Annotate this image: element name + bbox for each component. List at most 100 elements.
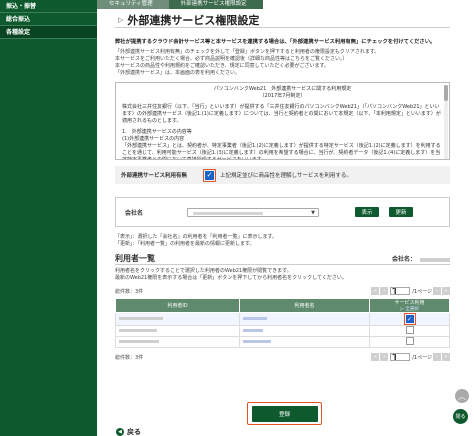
user-name-link[interactable]: [243, 317, 267, 320]
show-button[interactable]: 表示: [355, 207, 379, 217]
total-count: 総件数：3件: [115, 354, 144, 361]
breadcrumb: セキュリティ管理 外部連携サービス権限設定: [97, 0, 474, 9]
sidebar-item-settings[interactable]: 各種設定: [0, 26, 97, 39]
user-list-title: 利用者一覧: [115, 254, 155, 263]
page-input[interactable]: [390, 287, 411, 295]
user-name-link[interactable]: [243, 329, 263, 332]
row-checkbox-highlight: ✓: [403, 313, 416, 325]
table-row: ✓: [115, 312, 450, 326]
select-all-link[interactable]: ▷ 全選択: [370, 306, 449, 312]
user-id-cell: [115, 336, 240, 348]
desc-line: 本サービスをご利用いただく場合、必ず商品説明を確認後（詳細な商品性等はこちらをご…: [115, 56, 348, 62]
description: 「外部連携サービス利用有無」のチェックを外して「登録」ボタンを押下すると利用者の…: [115, 49, 450, 77]
first-page-button[interactable]: «: [371, 353, 380, 361]
close-button[interactable]: 閉る: [453, 409, 468, 424]
next-page-button[interactable]: ›: [433, 353, 441, 361]
corp-value: [420, 257, 450, 262]
desc-line: 「外部連携サービス」は、本画面の表を利用ください。: [115, 70, 241, 76]
update-button[interactable]: 更新: [389, 207, 413, 217]
next-page-button[interactable]: ›: [433, 287, 441, 295]
table-row: [115, 325, 450, 337]
user-id-value: [119, 329, 157, 332]
page-total: /1ページ: [412, 354, 432, 361]
sidebar-item-transfer[interactable]: 振込・振替: [0, 0, 97, 13]
list-desc-line: 利用者名をクリックすることで選択した利用者のWeb21権限が閲覧できます。: [115, 268, 292, 274]
back-link[interactable]: ◀ 戻る: [116, 427, 141, 436]
user-id-value: [119, 317, 163, 320]
button-notes: 「表示」：選択した「会社名」の利用者を「利用者一覧」に表示します。 「更新」：「…: [115, 234, 450, 248]
list-desc-line: 最新のWeb21権限を表示する場合は「更新」ボタンを押下してから利用者名をクリッ…: [115, 275, 347, 281]
note-line: 「更新」：「利用者一覧」の利用者を最新の情報に更新します。: [115, 241, 255, 247]
company-selector: 会社名 ▼ 表示 更新: [115, 197, 450, 227]
page-total: /1ページ: [412, 288, 432, 295]
terms-scrollbar[interactable]: [444, 85, 448, 159]
page-input[interactable]: [390, 353, 411, 361]
column-header-id: 利用者ID: [115, 298, 240, 313]
row-checkbox[interactable]: [405, 337, 414, 345]
user-name-link[interactable]: [243, 340, 271, 343]
desc-line: 本サービスの商品性や利用規約をご確認いただき、規定に同意していただく必要がござい…: [115, 63, 330, 69]
submit-button-highlight: 登録: [247, 402, 322, 425]
last-page-button[interactable]: »: [442, 287, 450, 295]
arrow-left-icon: ◀: [116, 428, 124, 436]
user-id-cell: [115, 325, 240, 337]
page-title-text: 外部連携サービス権限設定: [127, 13, 260, 27]
desc-line: 「外部連携サービス利用有無」のチェックを外して「登録」ボタンを押下すると利用者の…: [115, 49, 380, 55]
prev-page-button[interactable]: ‹: [380, 287, 389, 295]
scroll-thumb[interactable]: [444, 85, 448, 101]
back-label: 戻る: [127, 428, 141, 436]
user-id-value: [119, 340, 159, 343]
last-page-button[interactable]: »: [442, 353, 450, 361]
prev-page-button[interactable]: ‹: [380, 353, 389, 361]
agree-label: 外部連携サービス利用有無: [121, 173, 188, 179]
use-cell: [369, 336, 450, 348]
chevron-up-icon: ︿: [458, 391, 466, 401]
breadcrumb-current: 外部連携サービス権限設定: [168, 0, 263, 9]
column-header-name: 利用者名: [239, 298, 370, 313]
use-cell: ✓: [369, 312, 450, 326]
user-list-header: 利用者一覧 会社名：: [115, 253, 450, 265]
first-page-button[interactable]: «: [371, 287, 380, 295]
scroll-top-button[interactable]: ︿: [455, 389, 469, 403]
user-id-cell: [115, 312, 240, 326]
agree-row: 外部連携サービス利用有無 ✓ 上記規定並びに商品性を理解しサービスを利用する。: [115, 166, 450, 184]
terms-paragraph: 株式会社三井住友銀行（以下、「当行」といいます）が提供する「三井住友銀行のパソコ…: [122, 104, 441, 124]
column-header-use: サービス利用 ▷ 全選択: [369, 298, 450, 313]
use-cell: [369, 325, 450, 337]
main-content: ▷ 外部連携サービス権限設定 弊社が提携するクラウド会計サービス等と本サービスを…: [115, 12, 450, 362]
row-checkbox[interactable]: [405, 326, 414, 334]
agree-checkbox[interactable]: ✓: [205, 170, 214, 180]
total-count: 総件数：3件: [115, 288, 144, 295]
agree-checkbox-text[interactable]: 上記規定並びに商品性を理解しサービスを利用する。: [220, 171, 352, 179]
page-title: ▷ 外部連携サービス権限設定: [115, 12, 450, 28]
sidebar: 振込・振替 総合振込 各種設定: [0, 0, 97, 436]
pager-top: 総件数：3件 « ‹ /1ページ › »: [115, 286, 450, 296]
user-name-cell[interactable]: [239, 312, 370, 326]
terms-box[interactable]: パソコンバンクWeb21 外部連携サービスに関する利用規定 （2017年7月制定…: [115, 82, 450, 160]
terms-date: （2017年7月制定）: [259, 93, 306, 99]
row-checkbox[interactable]: ✓: [405, 315, 414, 323]
sidebar-item-bulk-transfer[interactable]: 総合振込: [0, 13, 97, 26]
company-select-value: [193, 211, 263, 215]
table-row: [115, 336, 450, 348]
terms-paragraph: (1)外部連携サービスの内容: [122, 136, 185, 142]
pager-bottom: 総件数：3件 « ‹ /1ページ › »: [115, 352, 450, 362]
submit-button[interactable]: 登録: [251, 405, 318, 422]
user-list-description: 利用者名をクリックすることで選択した利用者のWeb21権限が閲覧できます。 最新…: [115, 268, 450, 282]
company-select[interactable]: ▼: [187, 207, 319, 217]
notice-text: 弊社が提携するクラウド会計サービス等と本サービスを連携する場合は、「外部連携サー…: [115, 39, 436, 45]
terms-paragraph: 1. 外部連携サービスの内容等: [122, 129, 192, 135]
terms-heading: パソコンバンクWeb21 外部連携サービスに関する利用規定: [213, 86, 352, 92]
breadcrumb-security[interactable]: セキュリティ管理: [97, 0, 169, 9]
user-table: 利用者ID 利用者名 サービス利用 ▷ 全選択 ✓: [115, 298, 450, 348]
chevron-down-icon: ▼: [311, 209, 315, 216]
note-line: 「表示」：選択した「会社名」の利用者を「利用者一覧」に表示します。: [115, 234, 278, 240]
terms-paragraph: 「外部連携サービス」とは、契約者が、特定事業者（後記1.(2)に定義します）が提…: [122, 143, 441, 160]
user-name-cell[interactable]: [239, 336, 370, 348]
triangle-icon: ▷: [118, 15, 124, 24]
corp-label: 会社名：: [391, 256, 416, 263]
agree-checkbox-highlight: ✓: [203, 168, 216, 182]
user-name-cell[interactable]: [239, 325, 370, 337]
company-label: 会社名: [125, 209, 144, 217]
corp-name: 会社名：: [392, 254, 450, 263]
